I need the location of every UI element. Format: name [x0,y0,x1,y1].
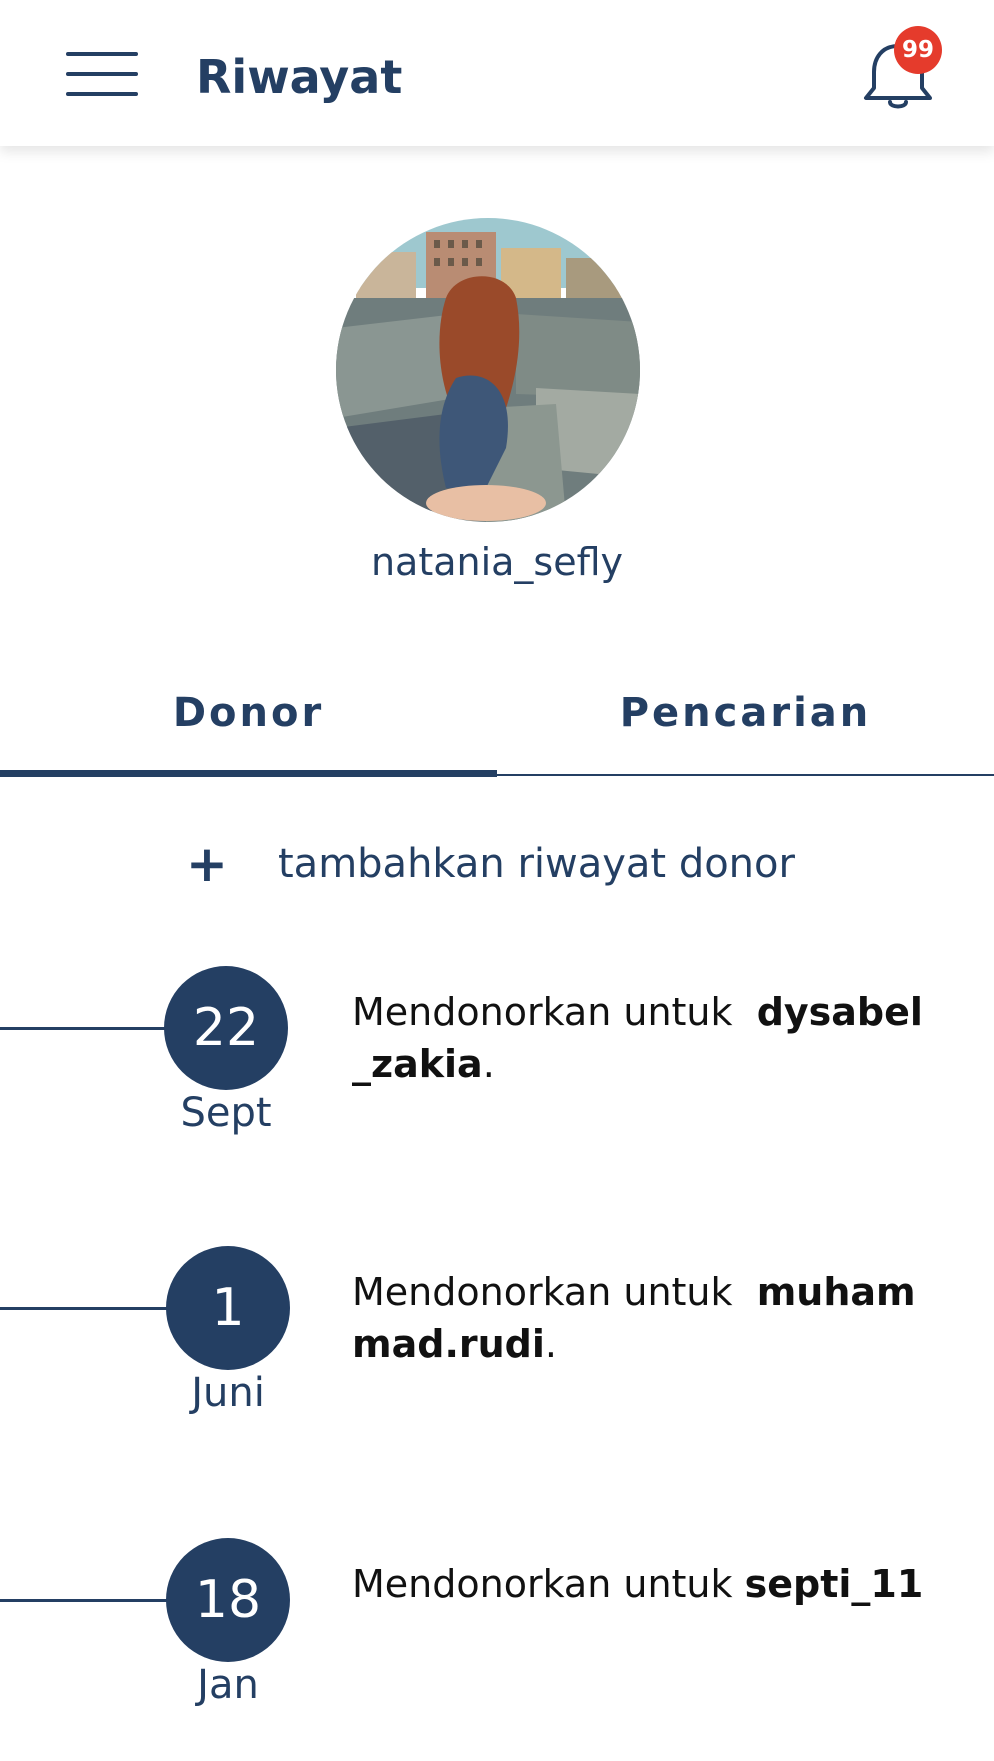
month-label: Juni [191,1370,265,1416]
history-tabs: Donor Pencarian [0,660,994,778]
month-label: Sept [180,1090,272,1136]
notifications-button[interactable]: 99 [850,26,950,116]
username: natania_sefly [370,540,624,584]
history-description: Mendonorkan untuk muham mad.rudi. [352,1270,916,1366]
description-text: Mendonorkan untuk [352,1562,733,1606]
page-title: Riwayat [196,50,403,104]
description-text: Mendonorkan untuk [352,990,733,1034]
timeline-line [0,1599,180,1602]
recipient-name-cont: mad.rudi [352,1322,545,1366]
day-badge: 22 [164,966,288,1090]
recipient-name-cont: _zakia [352,1042,483,1086]
history-item: 18 Jan Mendonorkan untuk septi_11 [0,1538,994,1738]
add-donor-history-label: tambahkan riwayat donor [278,841,795,887]
recipient-name: dysabel [756,990,923,1034]
active-tab-indicator [0,770,497,777]
plus-icon: + [186,835,228,893]
app-bar: Riwayat 99 [0,0,994,146]
recipient-name: septi_11 [744,1562,924,1606]
tab-donor[interactable]: Donor [0,660,497,778]
add-donor-history-button[interactable]: + tambahkan riwayat donor [186,834,795,894]
tab-pencarian[interactable]: Pencarian [497,660,994,778]
day-badge: 1 [166,1246,290,1370]
hamburger-menu-icon[interactable] [60,44,140,104]
notification-count-badge: 99 [894,26,942,74]
timeline-line [0,1307,180,1310]
recipient-name: muham [756,1270,916,1314]
history-description: Mendonorkan untuk dysabel _zakia. [352,990,923,1086]
description-text: Mendonorkan untuk [352,1270,733,1314]
month-label: Jan [197,1662,259,1708]
avatar [336,218,640,522]
history-item: 1 Juni Mendonorkan untuk muham mad.rudi. [0,1246,994,1446]
history-item: 22 Sept Mendonorkan untuk dysabel _zakia. [0,966,994,1166]
history-description: Mendonorkan untuk septi_11 [352,1558,942,1610]
day-badge: 18 [166,1538,290,1662]
timeline-line [0,1027,180,1030]
